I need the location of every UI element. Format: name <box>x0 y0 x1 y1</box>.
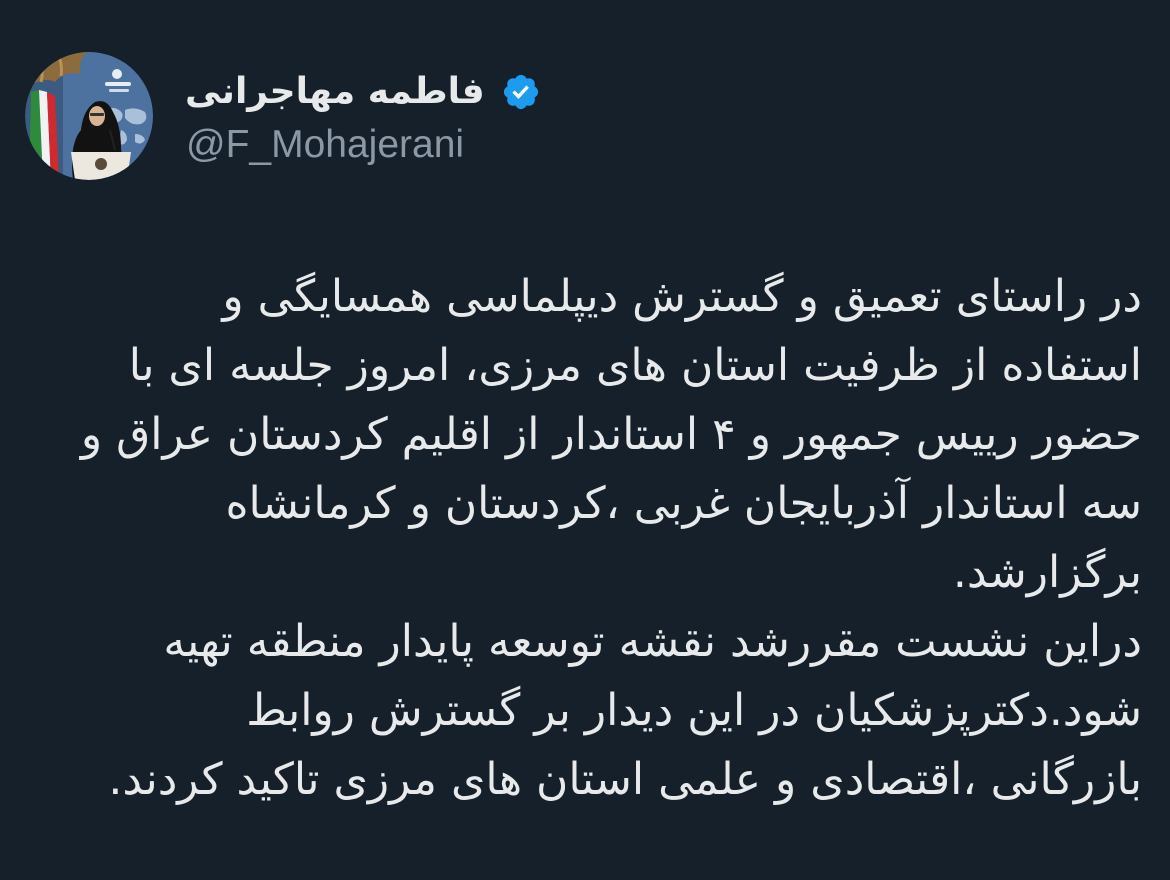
profile-photo <box>25 52 153 180</box>
tweet-text-line-row: حضور رییس جمهور و ۴ استاندار از اقلیم کر… <box>24 400 1142 469</box>
tweet-text-line: بازرگانی ،اقتصادی و علمی استان های مرزی … <box>108 754 1142 805</box>
tweet-text-line-row: دراین نشست مقررشد نقشه توسعه پایدار منطق… <box>24 607 1142 676</box>
tweet-text-line-row: برگزارشد. <box>24 538 1142 607</box>
tweet-text-line: دراین نشست مقررشد نقشه توسعه پایدار منطق… <box>163 616 1142 667</box>
tweet-text-line-row: در راستای تعمیق و گسترش دیپلماسی همسایگی… <box>24 262 1142 331</box>
tweet-text: در راستای تعمیق و گسترش دیپلماسی همسایگی… <box>24 262 1142 814</box>
author-handle[interactable]: @F_Mohajerani <box>186 120 464 170</box>
tweet-text-line: برگزارشد. <box>952 547 1142 598</box>
tweet-text-line-row: شود.دکترپزشکیان در این دیدار بر گسترش رو… <box>24 676 1142 745</box>
tweet-text-line: در راستای تعمیق و گسترش دیپلماسی همسایگی… <box>222 271 1142 322</box>
author-name-row[interactable]: فاطمه مهاجرانی <box>185 66 541 118</box>
tweet-text-line-row: سه استاندار آذربایجان غربی ،کردستان و کر… <box>24 469 1142 538</box>
tweet-text-line: حضور رییس جمهور و ۴ استاندار از اقلیم کر… <box>80 409 1142 460</box>
display-name[interactable]: فاطمه مهاجرانی <box>185 66 485 118</box>
verified-badge-icon[interactable] <box>501 72 541 112</box>
tweet-text-line-row: بازرگانی ،اقتصادی و علمی استان های مرزی … <box>24 745 1142 814</box>
tweet-text-line: سه استاندار آذربایجان غربی ،کردستان و کر… <box>225 478 1142 529</box>
tweet-text-line: شود.دکترپزشکیان در این دیدار بر گسترش رو… <box>246 685 1142 736</box>
tweet-text-line: استفاده از ظرفیت استان های مرزی، امروز ج… <box>128 340 1142 391</box>
avatar[interactable] <box>25 52 153 180</box>
tweet-text-line-row: استفاده از ظرفیت استان های مرزی، امروز ج… <box>24 331 1142 400</box>
